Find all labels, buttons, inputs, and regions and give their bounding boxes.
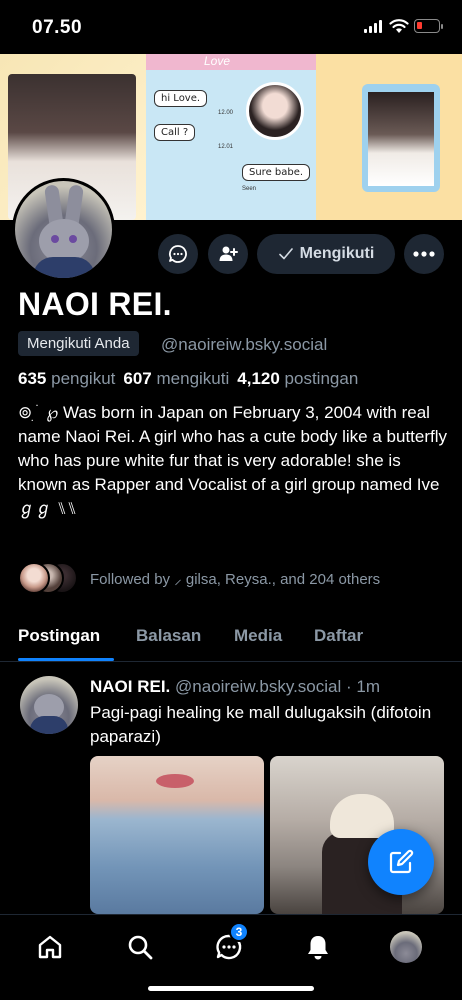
posts-stat: 4,120 postingan [237,369,358,389]
following-stat[interactable]: 607 mengikuti [123,369,229,389]
post-handle-time: @naoireiw.bsky.social · 1m [175,677,380,696]
post-text: Pagi-pagi healing ke mall dulugaksih (di… [90,703,432,746]
following-count: 607 [123,369,152,388]
bell-icon [308,936,328,960]
banner-timestamp: 12.01 [218,144,234,150]
tab-media[interactable]: Media [234,626,282,646]
banner-chat-bubble: Sure babe. [242,164,311,181]
search-icon [128,935,153,960]
post-author-avatar[interactable] [20,676,78,734]
followed-by-text: Followed by ⸝ gilsa, Reysa., and 204 oth… [90,571,381,588]
follows-you-badge: Mengikuti Anda [18,331,139,356]
home-indicator[interactable] [148,986,314,991]
post-image[interactable] [90,756,264,914]
ellipsis-icon [413,251,435,257]
battery-icon [414,19,443,33]
following-button[interactable]: Mengikuti [257,234,395,274]
tab-replies[interactable]: Balasan [136,626,201,646]
banner-panel-right [316,54,462,220]
home-icon [38,935,62,959]
chat-unread-badge: 3 [229,922,249,942]
person-plus-icon [219,246,238,261]
followers-label: pengikut [51,369,116,388]
cellular-signal-icon [364,20,382,33]
followers-stat[interactable]: 635 pengikut [18,369,115,389]
wifi-icon [389,19,409,33]
nav-home[interactable] [34,931,66,963]
nav-profile-avatar[interactable] [390,931,422,963]
known-followers[interactable]: Followed by ⸝ gilsa, Reysa., and 204 oth… [18,562,448,596]
banner-chat-bubble: hi Love. [154,90,208,107]
check-icon [278,248,293,260]
banner-photo-right [368,92,434,186]
followers-count: 635 [18,369,47,388]
banner-panel-middle: Love hi Love. 12.00 Call ? 12.01 Sure ba… [146,54,316,220]
status-time: 07.50 [32,17,83,38]
add-to-list-button[interactable] [208,234,248,274]
banner-photo-circle [246,82,304,140]
posts-label: postingan [284,369,359,388]
banner-love-text: Love [204,54,231,68]
profile-display-name: NAOI REI. [18,286,172,322]
status-bar: 07.50 [0,0,462,54]
banner-timestamp: 12.00 [218,110,234,116]
post-author-name[interactable]: NAOI REI. [90,677,170,696]
banner-chat-bubble: Call ? [154,124,196,141]
profile-tabs: Postingan Balasan Media Daftar [0,620,462,662]
profile-handle[interactable]: @naoireiw.bsky.social [161,335,327,355]
nav-notifications[interactable] [302,931,334,963]
chat-bubble-icon [169,245,187,263]
banner-seen-label: Seen [242,186,257,192]
following-label: mengikuti [156,369,230,388]
posts-count: 4,120 [237,369,280,388]
follower-avatar [18,562,50,594]
compose-button[interactable] [368,829,434,895]
message-button[interactable] [158,234,198,274]
compose-icon [389,849,414,874]
profile-bio: ⊚ ִ ֺ ℘ Was born in Japan on February 3,… [18,403,448,518]
post-header: NAOI REI. @naoireiw.bsky.social · 1m [90,677,380,697]
profile-stats: 635 pengikut 607 mengikuti 4,120 posting… [18,369,358,389]
active-tab-indicator [18,658,114,661]
more-options-button[interactable] [404,234,444,274]
nav-search[interactable] [124,931,156,963]
profile-avatar[interactable] [12,178,115,281]
tab-lists[interactable]: Daftar [314,626,363,646]
tab-posts[interactable]: Postingan [18,626,100,646]
following-button-label: Mengikuti [299,245,375,262]
